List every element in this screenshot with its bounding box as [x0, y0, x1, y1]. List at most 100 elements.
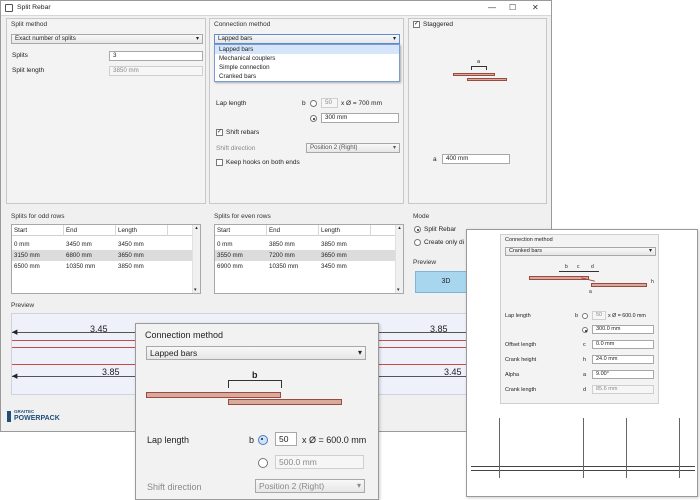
arrow-left-icon: ◀ [12, 329, 18, 336]
col-end: End [64, 225, 116, 236]
zoom-factor-radio[interactable] [258, 435, 268, 445]
cell-length: 3650 mm [118, 252, 144, 259]
zoom-factor-result: x Ø = 600.0 mm [302, 435, 367, 445]
zoom-factor-input[interactable]: 50 [275, 432, 297, 446]
dim-bracket [228, 380, 282, 388]
table-row[interactable]: 3150 mm 6800 mm 3650 mm [12, 250, 192, 261]
dim-top-right: 3.85 [430, 324, 448, 334]
zoom-lap-input[interactable]: 500.0 mm [275, 455, 364, 469]
maximize-button[interactable]: ☐ [509, 3, 516, 12]
shift-rebars-checkbox[interactable]: ✓ [216, 129, 223, 136]
zoom-method-combo[interactable]: Lapped bars ▾ [146, 346, 366, 360]
split-method-label: Split method [11, 21, 48, 28]
chevron-down-icon: ▾ [356, 481, 361, 490]
even-rows-table: Start End Length 0 mm 3850 mm 3850 mm 35… [214, 224, 404, 294]
factor-result: x Ø = 700 mm [341, 100, 382, 107]
cell-start: 0 mm [217, 241, 233, 248]
stirrup-line [626, 418, 627, 478]
option-mechanical-couplers[interactable]: Mechanical couplers [215, 54, 399, 63]
cell-length: 3450 mm [321, 263, 347, 270]
shift-direction-label: Shift direction [216, 145, 256, 152]
arrow-left-icon: ◀ [12, 373, 18, 380]
arrow-up-icon: ▴ [398, 225, 401, 231]
option-cranked-bars[interactable]: Cranked bars [215, 72, 399, 81]
arrow-up-icon: ▴ [195, 225, 198, 231]
logo-line1: GRAITEC [14, 409, 35, 414]
lap-value-input[interactable]: 300 mm [321, 113, 399, 123]
keep-hooks-label: Keep hooks on both ends [226, 159, 300, 166]
factor-radio[interactable] [310, 100, 317, 107]
minimize-button[interactable]: — [488, 3, 496, 12]
cranked-factor-radio[interactable] [582, 313, 588, 319]
cranked-lap-input[interactable]: 300.0 mm [592, 325, 654, 334]
chevron-down-icon: ▾ [357, 348, 362, 357]
keep-hooks-checkbox[interactable] [216, 159, 223, 166]
create-only-label: Create only di [424, 239, 465, 246]
cranked-b-label: b [575, 313, 579, 319]
create-only-radio[interactable] [414, 239, 421, 246]
offset-c-label: c [583, 342, 586, 348]
cranked-3d-preview [471, 418, 695, 494]
table-row[interactable]: 6500 mm 10350 mm 3850 mm [12, 261, 192, 272]
table-row[interactable]: 0 mm 3850 mm 3850 mm [215, 239, 395, 250]
chevron-down-icon: ▾ [392, 36, 396, 42]
option-lapped-bars[interactable]: Lapped bars [215, 45, 399, 54]
cranked-factor-result: x Ø = 600.0 mm [608, 313, 646, 319]
staggered-group: ✓ Staggered a a 400 mm [408, 18, 547, 204]
table-row[interactable]: 3550 mm 7200 mm 3650 mm [215, 250, 395, 261]
crank-length-input: 85.6 mm [592, 385, 654, 394]
dim-bottom-right: 3.45 [444, 367, 462, 377]
col-length: Length [319, 225, 371, 236]
zoom-diag-b: b [252, 370, 258, 380]
option-simple-connection[interactable]: Simple connection [215, 63, 399, 72]
cell-start: 6500 mm [14, 263, 40, 270]
a-input[interactable]: 400 mm [442, 154, 510, 164]
zoom-lap-radio[interactable] [258, 458, 268, 468]
col-end: End [267, 225, 319, 236]
diag-b: b [565, 264, 568, 270]
cell-end: 10350 mm [66, 263, 96, 270]
factor-input[interactable]: 50 [321, 98, 338, 108]
dim-line [559, 271, 599, 272]
lap-value-radio[interactable] [310, 115, 317, 122]
cell-start: 3550 mm [217, 252, 243, 259]
offset-length-label: Offset length [505, 342, 537, 348]
window-title: Split Rebar [17, 4, 51, 11]
table-row[interactable]: 6900 mm 10350 mm 3450 mm [215, 261, 395, 272]
scrollbar[interactable]: ▴ ▾ [192, 225, 200, 293]
staggered-checkbox[interactable]: ✓ [413, 21, 420, 28]
diag-c: c [577, 264, 580, 270]
split-method-group: Split method Exact number of splits ▾ Sp… [6, 18, 206, 204]
cranked-lap-radio[interactable] [582, 327, 588, 333]
alpha-input[interactable]: 9.00° [592, 370, 654, 379]
lap-length-label: Lap length [216, 100, 247, 107]
split-method-combo[interactable]: Exact number of splits ▾ [11, 34, 203, 44]
cranked-factor-input[interactable]: 50 [592, 311, 606, 320]
b-label: b [302, 100, 306, 107]
crank-height-label: Crank height [505, 357, 537, 363]
cranked-connection-label: Connection method [505, 237, 553, 243]
crank-height-input[interactable]: 24.0 mm [592, 355, 654, 364]
zoom-lap-length-label: Lap length [147, 435, 190, 445]
table-header: Start End Length [215, 225, 395, 236]
scrollbar[interactable]: ▴ ▾ [395, 225, 403, 293]
cell-end: 10350 mm [269, 263, 299, 270]
cell-length: 3450 mm [118, 241, 144, 248]
col-start: Start [12, 225, 64, 236]
table-row[interactable]: 0 mm 3450 mm 3450 mm [12, 239, 192, 250]
crank-length-label: Crank length [505, 387, 537, 393]
cell-length: 3650 mm [321, 252, 347, 259]
zoom-shift-direction-combo[interactable]: Position 2 (Right) ▾ [255, 479, 365, 493]
zoom-shift-direction-value: Position 2 (Right) [259, 481, 325, 491]
connection-method-combo[interactable]: Lapped bars ▾ [214, 34, 400, 44]
splits-input[interactable]: 3 [109, 51, 203, 61]
staggered-label: Staggered [423, 21, 453, 28]
split-rebar-radio[interactable] [414, 226, 421, 233]
offset-length-input[interactable]: 0.0 mm [592, 340, 654, 349]
alpha-label: Alpha [505, 372, 520, 378]
close-button[interactable]: ✕ [532, 3, 539, 12]
mode-label: Mode [413, 213, 430, 220]
cell-end: 6800 mm [66, 252, 92, 259]
shift-direction-combo[interactable]: Position 2 (Right) ▾ [306, 143, 400, 153]
cranked-method-combo[interactable]: Cranked bars ▾ [505, 247, 656, 256]
